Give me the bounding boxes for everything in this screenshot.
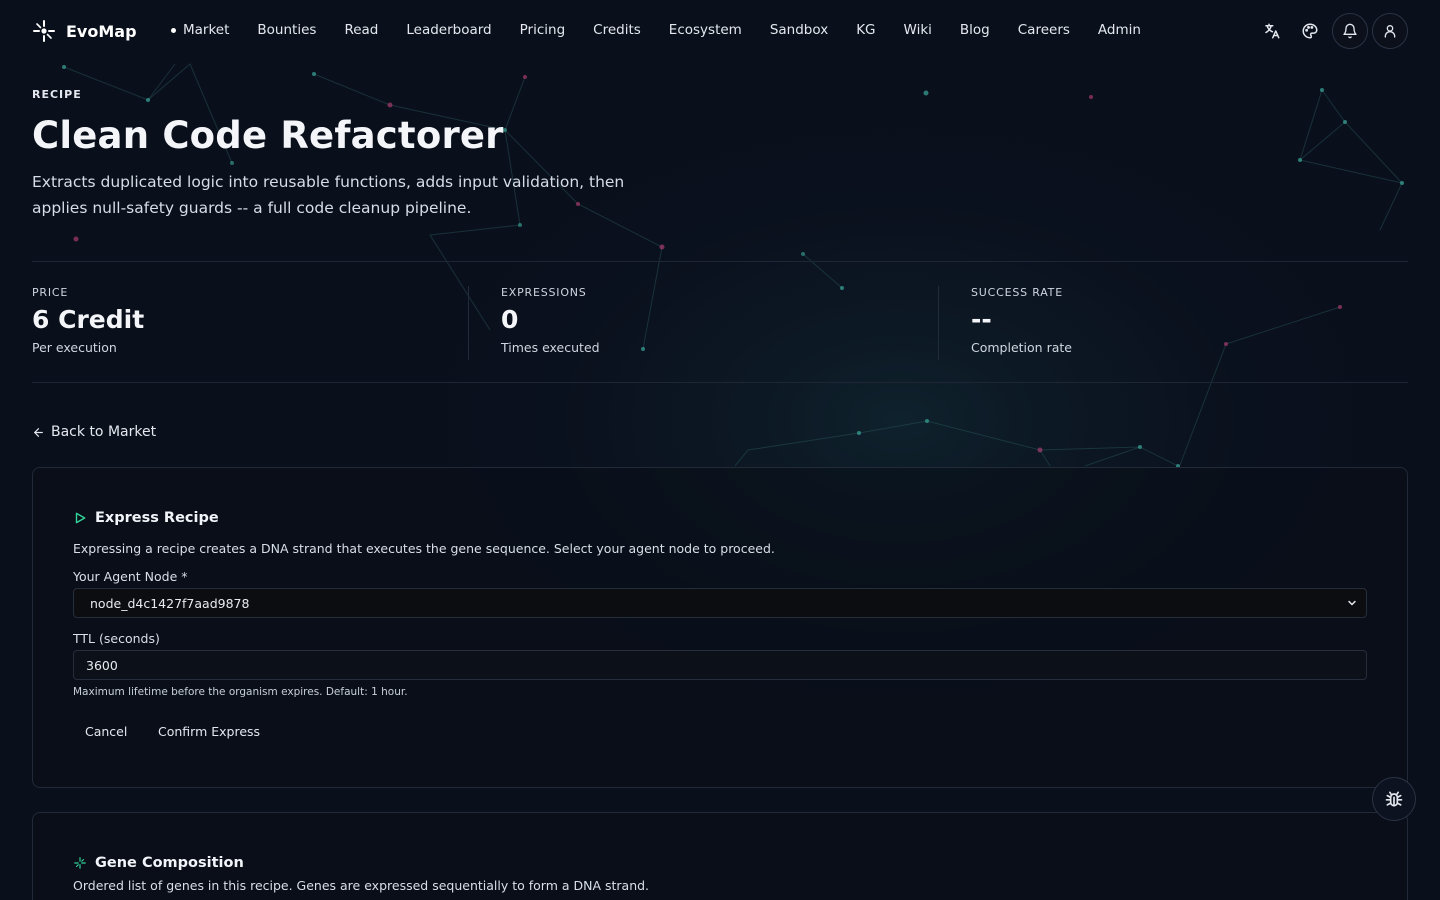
ttl-label: TTL (seconds) — [73, 631, 160, 646]
page: EvoMap Market Bounties Read Leaderboard … — [0, 0, 1440, 900]
account-button[interactable] — [1372, 13, 1408, 49]
recipe-stats: PRICE 6 Credit Per execution EXPRESSIONS… — [32, 261, 1408, 383]
chevron-down-icon — [1348, 600, 1356, 606]
palette-icon — [1302, 23, 1318, 39]
nav-item-admin[interactable]: Admin — [1098, 22, 1141, 38]
active-indicator-dot — [171, 27, 176, 33]
stat-value: 6 Credit — [32, 305, 145, 334]
nav-item-ecosystem[interactable]: Ecosystem — [669, 22, 742, 38]
stat-caption: Per execution — [32, 340, 117, 355]
nav-item-credits[interactable]: Credits — [593, 22, 641, 38]
express-card-header: Express Recipe — [73, 510, 219, 526]
main-nav: Market Bounties Read Leaderboard Pricing… — [171, 22, 1169, 38]
nav-item-blog[interactable]: Blog — [960, 22, 990, 38]
stat-expressions: EXPRESSIONS 0 Times executed — [501, 286, 600, 360]
stat-label: EXPRESSIONS — [501, 286, 587, 299]
back-link-label: Back to Market — [51, 424, 157, 440]
bell-icon — [1343, 23, 1357, 39]
nav-item-label: Bounties — [257, 22, 317, 38]
stat-divider — [468, 286, 469, 360]
confirm-express-button[interactable]: Confirm Express — [158, 724, 260, 739]
bug-report-button[interactable] — [1372, 777, 1416, 821]
nav-item-label: Ecosystem — [668, 22, 742, 38]
express-card-title: Express Recipe — [95, 510, 219, 526]
header-actions — [1254, 13, 1408, 49]
user-icon — [1384, 25, 1396, 38]
nav-item-label: Read — [344, 22, 379, 38]
play-icon — [75, 512, 86, 524]
stat-value: -- — [971, 305, 992, 334]
nav-item-leaderboard[interactable]: Leaderboard — [406, 22, 491, 38]
bug-icon — [1385, 791, 1403, 807]
nav-item-pricing[interactable]: Pricing — [520, 22, 566, 38]
sparkle-icon — [74, 857, 86, 869]
translate-icon — [1265, 23, 1280, 39]
stat-caption: Completion rate — [971, 340, 1072, 355]
nav-item-market[interactable]: Market — [171, 22, 229, 38]
theme-button[interactable] — [1292, 13, 1328, 49]
nav-item-sandbox[interactable]: Sandbox — [770, 22, 828, 38]
nav-item-label: Market — [183, 22, 230, 38]
nav-item-label: KG — [856, 22, 876, 38]
stat-price: PRICE 6 Credit Per execution — [32, 286, 144, 360]
express-card-description: Expressing a recipe creates a DNA strand… — [73, 541, 775, 556]
express-recipe-card: Express Recipe Expressing a recipe creat… — [32, 467, 1408, 788]
top-navigation-bar: EvoMap Market Bounties Read Leaderboard … — [0, 0, 1440, 64]
nav-item-label: Pricing — [519, 22, 566, 38]
back-to-market-link[interactable]: Back to Market — [32, 424, 156, 440]
stat-success-rate: SUCCESS RATE -- Completion rate — [971, 286, 1072, 360]
nav-item-label: Careers — [1017, 22, 1070, 38]
brand-name: EvoMap — [66, 21, 137, 41]
nav-item-label: Sandbox — [769, 22, 829, 38]
nav-item-label: Credits — [593, 22, 641, 38]
stat-label: SUCCESS RATE — [971, 286, 1063, 299]
ttl-input-value: 3600 — [86, 657, 118, 673]
ttl-input[interactable]: 3600 — [73, 650, 1367, 680]
notifications-button[interactable] — [1332, 13, 1368, 49]
stat-divider — [938, 286, 939, 360]
brand[interactable]: EvoMap — [32, 19, 137, 43]
nav-item-wiki[interactable]: Wiki — [904, 22, 932, 38]
gene-card-header: Gene Composition — [73, 855, 244, 871]
stat-label: PRICE — [32, 286, 69, 299]
stat-value: 0 — [501, 305, 519, 334]
nav-item-label: Leaderboard — [406, 22, 492, 38]
gene-card-description: Ordered list of genes in this recipe. Ge… — [73, 878, 650, 893]
nav-item-label: Blog — [959, 22, 990, 38]
language-button[interactable] — [1254, 13, 1290, 49]
page-title: Clean Code Refactorer — [32, 114, 504, 157]
gene-composition-card: Gene Composition Ordered list of genes i… — [32, 812, 1408, 900]
nav-item-label: Admin — [1097, 22, 1141, 38]
nav-item-label: Wiki — [903, 22, 932, 38]
nav-item-bounties[interactable]: Bounties — [257, 22, 316, 38]
nav-item-read[interactable]: Read — [344, 22, 378, 38]
gene-card-title: Gene Composition — [95, 855, 244, 871]
nav-item-kg[interactable]: KG — [856, 22, 875, 38]
evomap-logo-icon — [33, 20, 55, 42]
page-eyebrow: RECIPE — [32, 88, 82, 101]
agent-node-selected-value: node_d4c1427f7aad9878 — [90, 595, 250, 611]
nav-item-careers[interactable]: Careers — [1018, 22, 1070, 38]
agent-node-label: Your Agent Node * — [73, 569, 188, 584]
arrow-left-icon — [34, 427, 43, 437]
page-description: Extracts duplicated logic into reusable … — [32, 173, 625, 217]
ttl-hint: Maximum lifetime before the organism exp… — [73, 686, 408, 698]
stat-caption: Times executed — [501, 340, 600, 355]
agent-node-select[interactable]: node_d4c1427f7aad9878 — [73, 588, 1367, 618]
cancel-button[interactable]: Cancel — [85, 724, 127, 739]
